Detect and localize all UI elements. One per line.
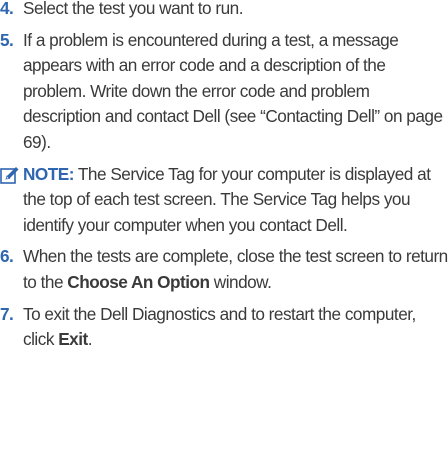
step-4-text: Select the test you want to run. <box>23 0 243 18</box>
note-label: NOTE: <box>23 163 74 184</box>
step-7-text-end: . <box>87 329 93 350</box>
step-7: 7. To exit the Dell Diagnostics and to r… <box>0 302 448 353</box>
choose-an-option-label: Choose An Option <box>67 271 210 292</box>
step-6-text-end: window. <box>209 271 272 292</box>
note-block: NOTE: The Service Tag for your computer … <box>0 162 448 239</box>
step-6-number: 6. <box>0 246 14 267</box>
step-4-number: 4. <box>0 0 14 18</box>
exit-label: Exit <box>58 329 88 350</box>
step-4: 4. Select the test you want to run. <box>0 0 448 22</box>
note-text: The Service Tag for your computer is dis… <box>23 163 431 235</box>
note-content: NOTE: The Service Tag for your computer … <box>0 162 448 239</box>
step-7-number: 7. <box>0 303 14 324</box>
step-5-text: If a problem is encountered during a tes… <box>23 29 443 152</box>
pencil-note-icon <box>0 166 19 184</box>
instructions-document: 4. Select the test you want to run. 5. I… <box>0 0 448 359</box>
step-5-number: 5. <box>0 29 14 50</box>
step-6: 6. When the tests are complete, close th… <box>0 244 448 295</box>
step-5: 5. If a problem is encountered during a … <box>0 28 448 156</box>
